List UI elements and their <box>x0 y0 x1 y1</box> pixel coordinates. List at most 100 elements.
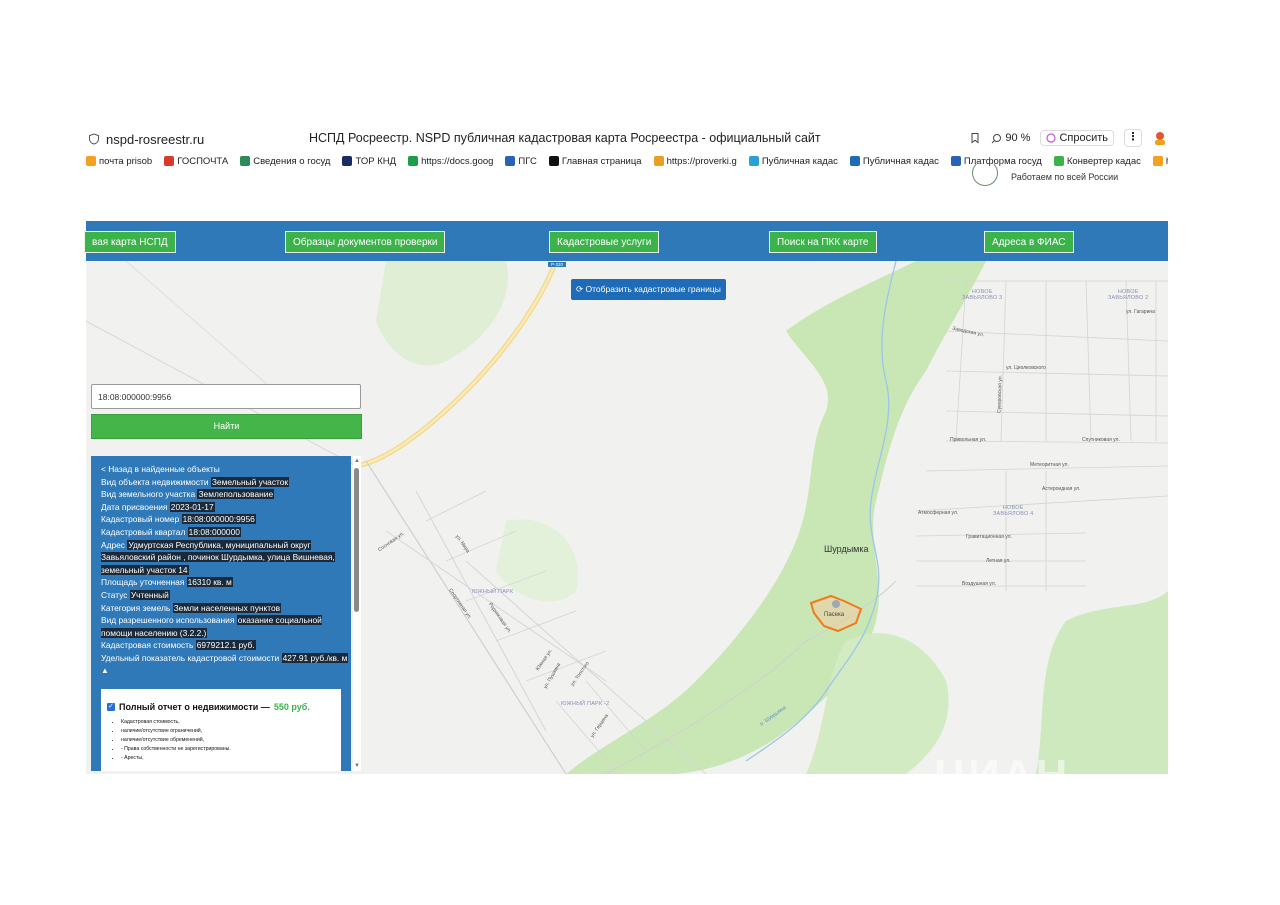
full-report-card[interactable]: ✓ Полный отчет о недвижимости — 550 руб.… <box>101 689 341 771</box>
road-badge: Р-320 <box>548 262 567 267</box>
checkbox-checked-icon[interactable]: ✓ <box>107 703 115 711</box>
bookmark-item[interactable]: почта prisob <box>86 156 152 167</box>
bookmark-favicon-icon <box>164 156 175 166</box>
property-value: 2023-01-17 <box>169 501 215 512</box>
bookmark-item[interactable]: ГОСПОЧТА <box>164 156 228 167</box>
collapse-toggle-icon[interactable]: ▲ <box>101 665 351 678</box>
report-item: - Права собственности не зарегистрирован… <box>121 745 231 754</box>
bookmark-item[interactable]: ПГС <box>505 155 537 167</box>
scroll-thumb[interactable] <box>354 468 359 612</box>
nav-item-pkk-search[interactable]: Поиск на ПКК карте <box>769 231 877 253</box>
property-key: Удельный показатель кадастровой стоимост… <box>101 652 280 663</box>
bookmark-favicon-icon <box>240 156 251 166</box>
bookmark-item[interactable]: Публичная кадас <box>849 155 939 167</box>
browser-toolbar: 90 % Спросить ⋮ <box>969 129 1168 147</box>
property-row: Удельный показатель кадастровой стоимост… <box>101 652 351 665</box>
scroll-down-icon[interactable]: ▼ <box>353 762 361 770</box>
property-key: Площадь уточненная <box>101 577 185 588</box>
bookmark-label: Главная страница <box>561 155 642 167</box>
parcel-label: Пасека <box>824 612 845 618</box>
bookmark-favicon-icon <box>748 156 759 166</box>
property-value: Земли населенных пунктов <box>172 602 282 613</box>
property-value: Учтенный <box>129 589 170 600</box>
label-yuzhny-park-2: ЮЖНЫЙ ПАРК -2 <box>561 701 610 707</box>
panel-scrollbar[interactable]: ▲ ▼ <box>353 456 361 771</box>
property-key: Категория земель <box>101 602 171 613</box>
report-items-list: Кадастровая стоимость,наличие/отсутствие… <box>107 718 231 763</box>
property-row: Дата присвоения 2023-01-17 <box>101 501 351 514</box>
label-asteroidnaya: Астероидная ул. <box>1042 486 1081 492</box>
property-value: 6979212.1 руб. <box>195 640 256 651</box>
property-row: Кадастровая стоимость 6979212.1 руб. <box>101 639 351 652</box>
label-tsiolkovskogo: ул. Циолковского <box>1006 365 1046 371</box>
bookmark-item[interactable]: Сведения о госуд <box>240 156 330 167</box>
property-value: Землепользование <box>197 489 275 500</box>
watermark: ЦИАН <box>934 751 1069 774</box>
property-row: Вид земельного участка Землепользование <box>101 488 351 501</box>
menu-icon[interactable]: ⋮ <box>1124 129 1142 147</box>
find-button[interactable]: Найти <box>91 414 362 439</box>
ask-label: Спросить <box>1059 132 1108 144</box>
label-vozdushnaya: Воздушная ул. <box>962 581 997 587</box>
property-row: Вид объекта недвижимости Земельный участ… <box>101 476 351 489</box>
bookmark-label: Конвертер кадас <box>1066 155 1141 167</box>
bookmark-favicon-icon <box>505 156 516 166</box>
report-price: 550 руб. <box>273 702 310 712</box>
property-value: Удмуртская Республика, муниципальный окр… <box>101 539 335 575</box>
profile-icon[interactable] <box>1152 130 1168 146</box>
property-value: 18:08:000000 <box>187 526 241 537</box>
bookmark-label: Публичная кадас <box>761 155 838 167</box>
cadastral-search-input[interactable] <box>91 384 361 409</box>
label-novoe-zavyalovo-3: НОВОЕ ЗАВЬЯЛОВО 3 <box>962 289 1003 301</box>
bookmark-label: Сведения о госуд <box>253 155 331 167</box>
property-value: Земельный участок <box>210 476 290 487</box>
bookmark-item[interactable]: https://proverki.g <box>653 156 737 167</box>
property-key: Вид земельного участка <box>101 489 196 500</box>
bookmark-item[interactable]: Главная страница <box>548 155 642 167</box>
bookmark-favicon-icon <box>950 156 961 166</box>
bookmark-item[interactable]: Конвертер кадас <box>1053 155 1141 167</box>
bookmark-item[interactable]: Платформа госуд <box>950 156 1042 167</box>
bookmark-item[interactable]: https://s <box>1152 156 1168 167</box>
bookmark-item[interactable]: Публичная кадас <box>748 155 838 167</box>
property-key: Кадастровый номер <box>101 514 180 525</box>
site-navbar: вая карта НСПД Образцы документов провер… <box>84 221 1168 261</box>
bookmark-label: ПГС <box>518 155 537 167</box>
property-key: Статус <box>101 589 128 600</box>
property-value: 427.91 руб./кв. м <box>281 652 349 663</box>
nav-item-samples[interactable]: Образцы документов проверки <box>285 231 446 253</box>
nav-item-map[interactable]: вая карта НСПД <box>84 231 176 253</box>
property-key: Дата присвоения <box>101 501 168 512</box>
bookmark-item[interactable]: ТОР КНД <box>342 156 396 167</box>
property-row: Кадастровый квартал 18:08:000000 <box>101 526 351 539</box>
shield-icon <box>89 133 99 145</box>
property-key: Кадастровый квартал <box>101 526 186 537</box>
assistant-icon <box>1046 133 1057 143</box>
property-row: Адрес Удмуртская Республика, муниципальн… <box>101 539 351 577</box>
ask-button[interactable]: Спросить <box>1040 130 1114 146</box>
property-row: Вид разрешенного использования оказание … <box>101 614 351 639</box>
property-key: Кадастровая стоимость <box>101 640 194 651</box>
back-to-results-link[interactable]: < Назад в найденные объекты <box>101 463 351 476</box>
property-key: Адрес <box>101 539 125 550</box>
url-text[interactable]: nspd-rosreestr.ru <box>106 132 306 147</box>
forest-area <box>1036 591 1168 774</box>
page-title: НСПД Росреестр. NSPD публичная кадастров… <box>309 131 821 145</box>
label-meteoritnaya: Метеоритная ул. <box>1030 462 1069 468</box>
bookmark-label: Публичная кадас <box>862 155 939 167</box>
zoom-control[interactable]: 90 % <box>991 132 1030 144</box>
nav-item-services[interactable]: Кадастровые услуги <box>549 231 660 253</box>
label-novoe-zavyalovo-4: НОВОЕ ЗАВЬЯЛОВО 4 <box>993 505 1034 517</box>
bookmark-favicon-icon <box>342 156 353 166</box>
bookmark-item[interactable]: https://docs.goog <box>408 156 493 167</box>
bookmark-icon[interactable] <box>969 132 981 144</box>
browser-chrome: nspd-rosreestr.ru НСПД Росреестр. NSPD п… <box>86 127 1168 189</box>
bookmark-favicon-icon <box>1152 156 1163 166</box>
show-cadastral-borders-button[interactable]: ⟳ Отобразить кадастровые границы <box>571 279 726 300</box>
label-gravitatsionnaya: Гравитационная ул. <box>966 534 1012 540</box>
nav-item-fias[interactable]: Адреса в ФИАС <box>984 231 1074 253</box>
report-title: Полный отчет о недвижимости — <box>119 702 270 712</box>
scroll-up-icon[interactable]: ▲ <box>353 457 361 465</box>
label-atmosfernaya: Атмосферная ул. <box>918 510 959 516</box>
report-header[interactable]: ✓ Полный отчет о недвижимости — 550 руб. <box>107 702 310 712</box>
